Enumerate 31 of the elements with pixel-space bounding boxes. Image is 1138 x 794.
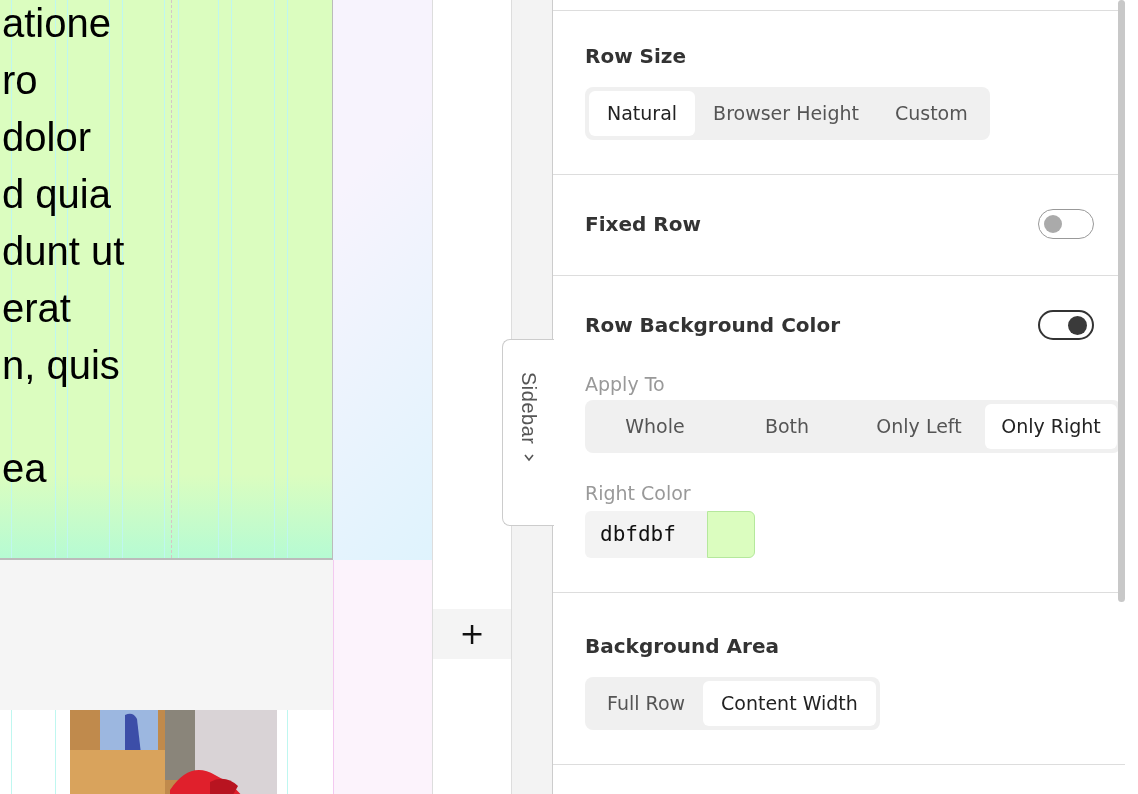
text-line: n, quis [2,342,120,388]
section-title: Background Area [585,633,780,660]
segment-option[interactable]: Content Width [703,681,876,726]
section-title: Row Background Color [585,311,841,339]
toggle-switch[interactable] [1038,208,1094,239]
segment-option[interactable]: Only Right [985,404,1117,449]
text-line: ea [2,445,47,491]
segment-option[interactable]: Both [721,404,853,449]
segment-option[interactable]: Browser Height [695,91,877,136]
text-line: erat [2,285,71,331]
text-line: ro [2,57,38,103]
text-line: dunt ut [2,228,125,274]
sidebar-tab[interactable]: Sidebar [502,339,554,526]
toggle-switch[interactable] [1038,309,1094,340]
segment-option[interactable]: Full Row [589,681,704,726]
field-label: Right Color [585,480,692,506]
segment-option[interactable]: Only Left [853,404,985,449]
segment-option[interactable]: Natural [589,91,696,136]
text-line: atione [2,0,111,46]
text-line: dolor [2,114,91,160]
segment-option[interactable]: Custom [876,91,986,136]
color-swatch[interactable] [707,511,755,558]
section-title: Row Size [585,43,688,70]
add-button[interactable]: + [433,609,511,659]
text-line: d quia [2,171,111,217]
tab-label: Sidebar [518,372,539,445]
field-label: Apply To [585,371,666,397]
scrollbar[interactable] [1118,0,1125,602]
section-title: Fixed Row [585,210,701,238]
color-input[interactable]: dbfdbf [585,511,707,558]
segment-option[interactable]: Whole [589,404,721,449]
